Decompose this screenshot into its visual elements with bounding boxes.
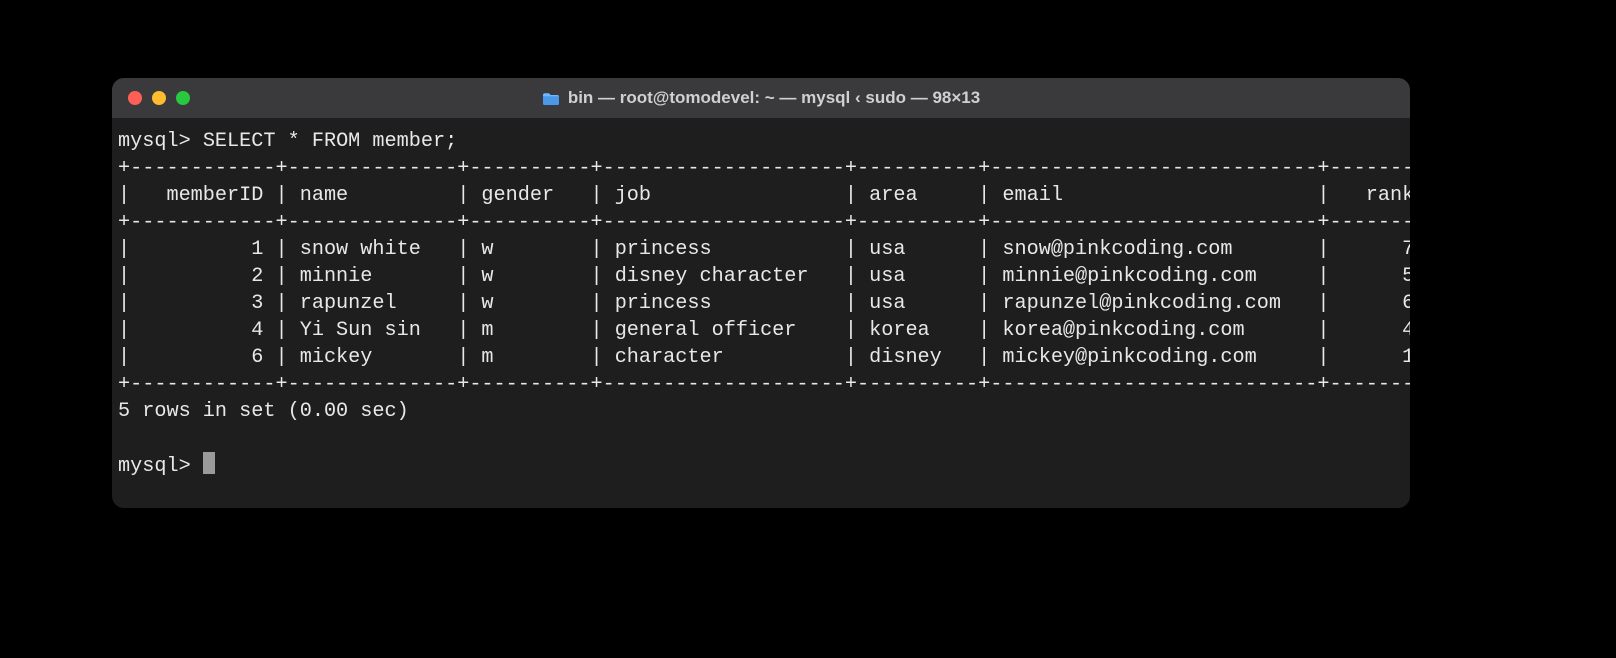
cursor-icon [203,452,215,474]
terminal-content[interactable]: mysql> SELECT * FROM member; +----------… [112,118,1410,508]
window-title-wrap: bin — root@tomodevel: ~ — mysql ‹ sudo —… [112,88,1410,108]
window-title: bin — root@tomodevel: ~ — mysql ‹ sudo —… [568,88,980,108]
close-icon[interactable] [128,91,142,105]
prompt: mysql> [118,130,191,153]
sql-command: SELECT * FROM member; [203,130,457,153]
result-footer: 5 rows in set (0.00 sec) [118,400,409,423]
minimize-icon[interactable] [152,91,166,105]
zoom-icon[interactable] [176,91,190,105]
terminal-window: bin — root@tomodevel: ~ — mysql ‹ sudo —… [112,78,1410,508]
folder-icon [542,91,560,105]
traffic-lights [112,91,190,105]
titlebar: bin — root@tomodevel: ~ — mysql ‹ sudo —… [112,78,1410,118]
prompt: mysql> [118,455,191,478]
result-table: +------------+--------------+----------+… [118,157,1410,396]
